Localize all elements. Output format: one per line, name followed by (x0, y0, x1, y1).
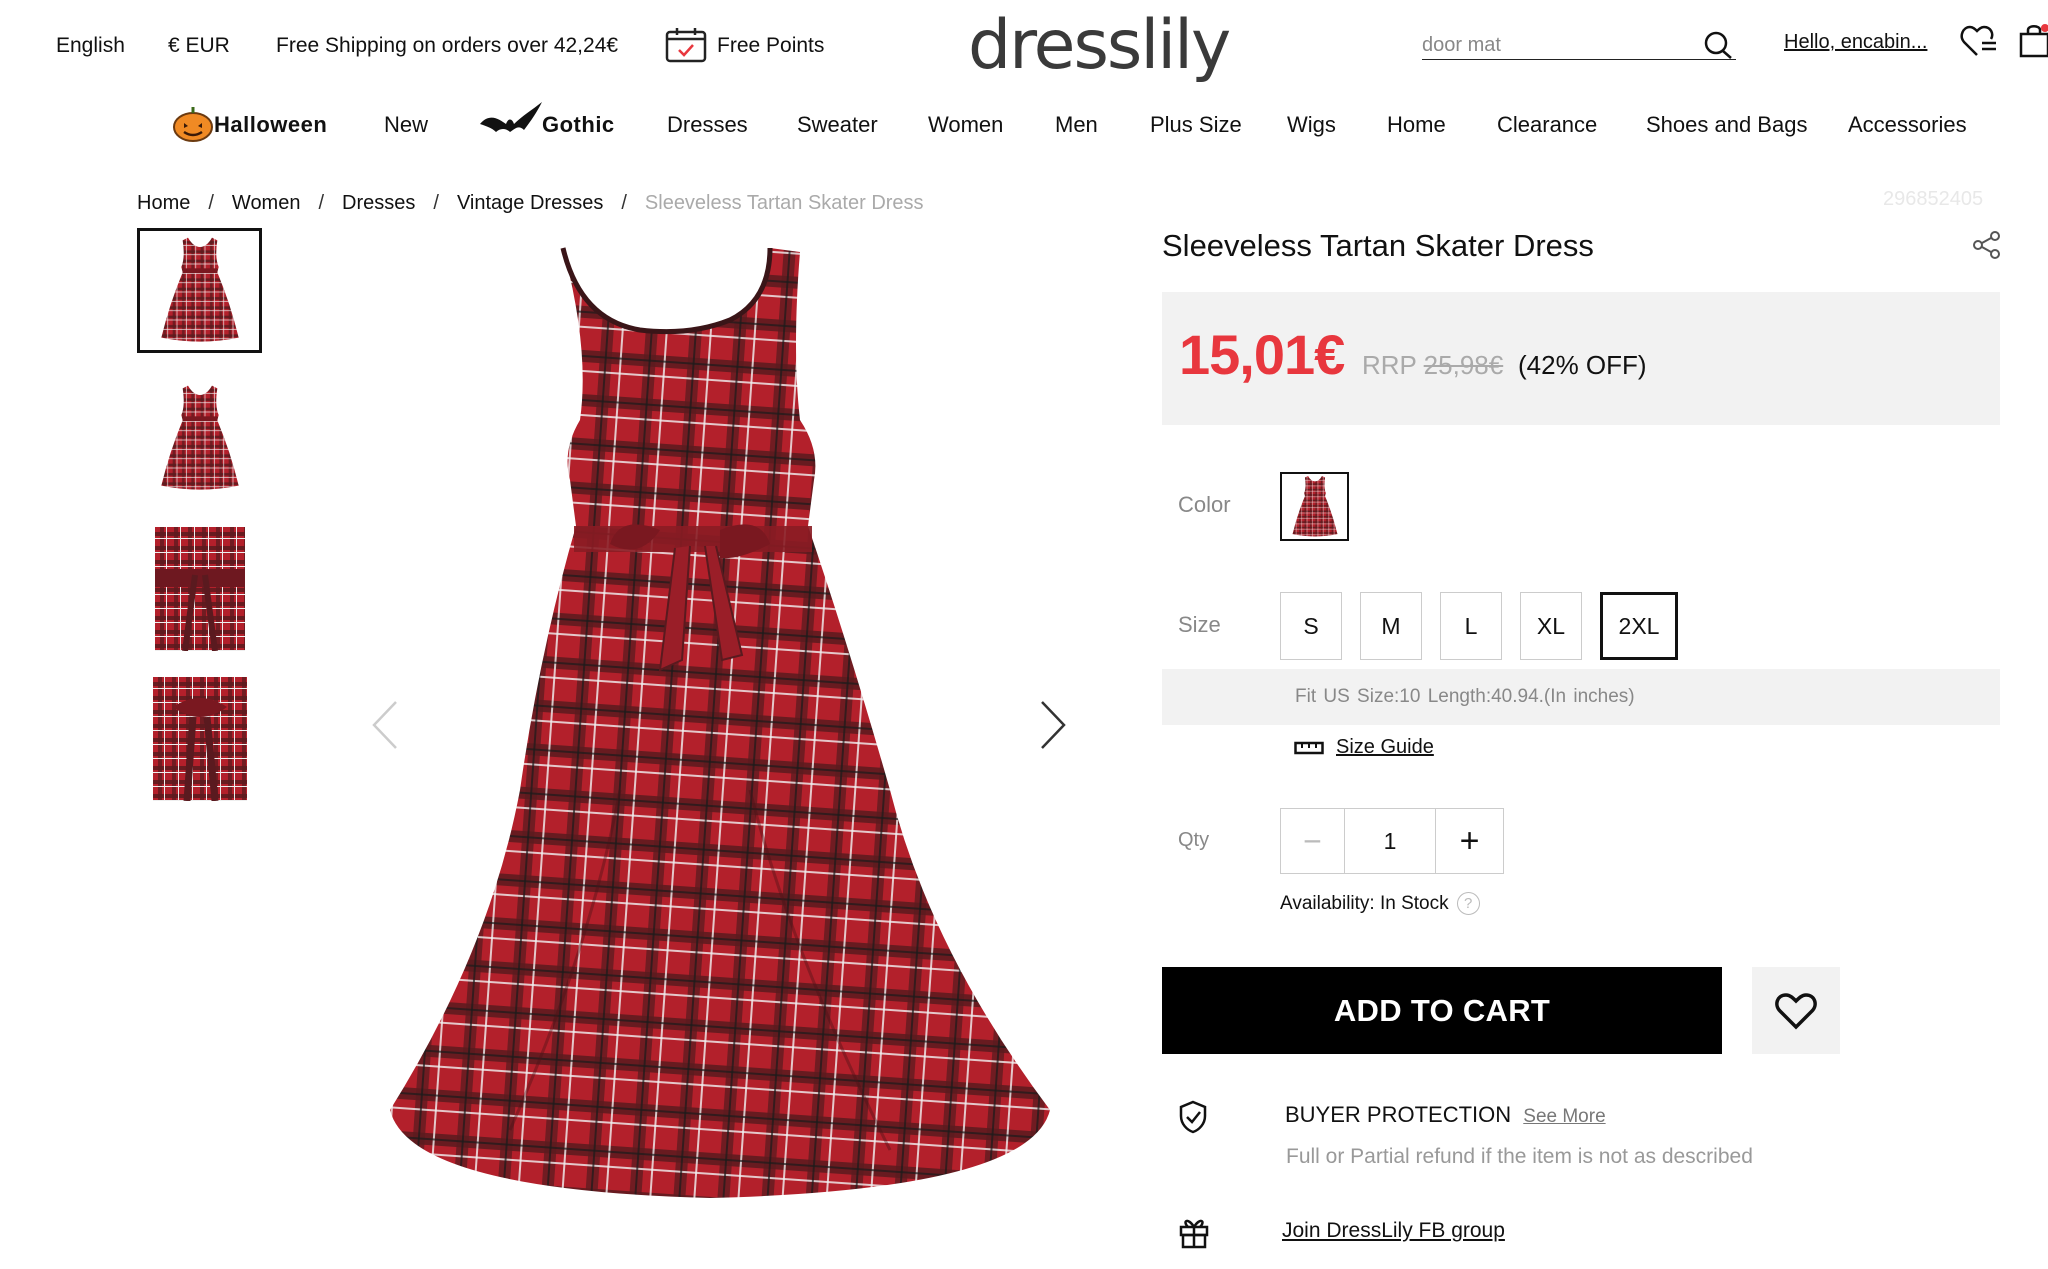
thumbnail-4[interactable] (137, 676, 262, 801)
nav-women[interactable]: Women (928, 112, 1003, 138)
size-option-s[interactable]: S (1280, 592, 1342, 660)
nav-wigs[interactable]: Wigs (1287, 112, 1336, 138)
size-label: Size (1178, 612, 1221, 637)
breadcrumb-dresses[interactable]: Dresses (342, 192, 415, 215)
account-link[interactable]: Hello, encabin... (1784, 31, 1927, 54)
nav-home[interactable]: Home (1387, 112, 1446, 138)
qty-value[interactable]: 1 (1345, 809, 1435, 873)
size-option-xl[interactable]: XL (1520, 592, 1582, 660)
buyer-protection: BUYER PROTECTION See More (1285, 1102, 1606, 1128)
free-shipping-link[interactable]: Free Shipping on orders over 42,24€ (276, 34, 618, 58)
breadcrumb-current: Sleeveless Tartan Skater Dress (644, 192, 924, 214)
size-guide-label[interactable]: Size Guide (1336, 736, 1434, 759)
add-to-wishlist-button[interactable] (1752, 967, 1840, 1054)
gift-icon (1178, 1215, 1210, 1254)
price-panel: 15,01€ RRP 25,98€ (42% OFF) (1162, 292, 2000, 425)
nav-gothic[interactable]: Gothic (542, 112, 615, 138)
breadcrumb-separator: / (318, 192, 325, 214)
next-image-arrow[interactable] (1038, 700, 1068, 755)
nav-new[interactable]: New (384, 112, 428, 138)
sale-price: 15,01€ (1179, 323, 1345, 386)
add-to-cart-button[interactable]: ADD TO CART (1162, 967, 1722, 1054)
search-icon[interactable] (1702, 30, 1734, 65)
buyer-protection-title: BUYER PROTECTION (1285, 1102, 1512, 1127)
size-option-l[interactable]: L (1440, 592, 1502, 660)
prev-image-arrow[interactable] (370, 700, 400, 755)
help-icon[interactable]: ? (1456, 892, 1480, 915)
qty-increase-button[interactable]: + (1435, 809, 1503, 873)
fit-info-bar: Fit US Size:10 Length:40.94.(In inches) (1162, 669, 2000, 725)
pumpkin-icon (172, 104, 214, 147)
breadcrumb-women[interactable]: Women (232, 192, 301, 215)
language-selector[interactable]: English (56, 34, 125, 58)
breadcrumb: Home / Women / Dresses / Vintage Dresses / Sleev… (137, 192, 924, 215)
search-bar[interactable] (1422, 28, 1736, 60)
product-sku: 296852405 (1883, 188, 1984, 210)
nav-dresses[interactable]: Dresses (667, 112, 748, 138)
main-nav: Halloween New Gothic Dresses Sweater Wom… (0, 100, 2048, 152)
breadcrumb-separator: / (208, 192, 214, 214)
breadcrumb-separator: / (433, 192, 439, 214)
size-option-2xl[interactable]: 2XL (1600, 592, 1678, 660)
availability-text: Availability: In Stock (1280, 892, 1449, 914)
buyer-protection-description: Full or Partial refund if the item is no… (1286, 1145, 1753, 1168)
product-title: Sleeveless Tartan Skater Dress (1162, 228, 1594, 263)
heart-icon (1775, 992, 1817, 1029)
thumbnail-3[interactable] (137, 526, 262, 651)
bat-icon (478, 100, 544, 141)
rrp-value: 25,98€ (1423, 350, 1504, 380)
nav-sweater[interactable]: Sweater (797, 112, 878, 138)
quantity-stepper[interactable]: − 1 + (1280, 808, 1504, 874)
breadcrumb-separator: / (621, 192, 627, 214)
nav-men[interactable]: Men (1055, 112, 1098, 138)
qty-label: Qty (1178, 829, 1210, 851)
breadcrumb-home[interactable]: Home (137, 192, 190, 215)
calendar-check-icon[interactable] (664, 26, 708, 69)
currency-selector[interactable]: € EUR (168, 34, 230, 58)
nav-shoes-and-bags[interactable]: Shoes and Bags (1646, 112, 1807, 138)
free-points-link[interactable]: Free Points (717, 34, 824, 58)
top-bar: English € EUR Free Shipping on orders ov… (0, 0, 2048, 95)
discount-badge: (42% OFF) (1518, 350, 1647, 380)
breadcrumb-vintage-dresses[interactable]: Vintage Dresses (457, 192, 603, 215)
nav-clearance[interactable]: Clearance (1497, 112, 1597, 138)
rrp-price: RRP 25,98€ (1362, 350, 1503, 381)
rrp-label: RRP (1362, 350, 1417, 380)
size-option-m[interactable]: M (1360, 592, 1422, 660)
product-main-image (330, 230, 1090, 1230)
nav-accessories[interactable]: Accessories (1848, 112, 1967, 138)
search-input[interactable] (1422, 34, 1692, 57)
qty-decrease-button[interactable]: − (1281, 809, 1345, 873)
thumbnail-1[interactable] (137, 228, 262, 353)
site-logo[interactable]: dresslily (968, 6, 1231, 85)
ruler-icon (1294, 741, 1324, 754)
fit-info-text: Fit US Size:10 Length:40.94.(In inches) (1295, 686, 1635, 707)
nav-halloween[interactable]: Halloween (214, 112, 327, 138)
cart-icon[interactable] (2018, 22, 2048, 63)
join-fb-group-link[interactable]: Join DressLily FB group (1282, 1219, 1505, 1243)
color-label: Color (1178, 492, 1231, 517)
wishlist-heart-icon[interactable] (1960, 24, 1998, 63)
color-swatch-red-tartan[interactable] (1280, 472, 1349, 541)
share-icon[interactable] (1972, 230, 2002, 265)
availability: Availability: In Stock ? (1280, 892, 1480, 915)
size-guide-link[interactable]: Size Guide (1294, 736, 1434, 759)
nav-plus-size[interactable]: Plus Size (1150, 112, 1242, 138)
shield-check-icon (1178, 1100, 1208, 1139)
see-more-link[interactable]: See More (1523, 1106, 1605, 1127)
thumbnail-2[interactable] (137, 376, 262, 501)
